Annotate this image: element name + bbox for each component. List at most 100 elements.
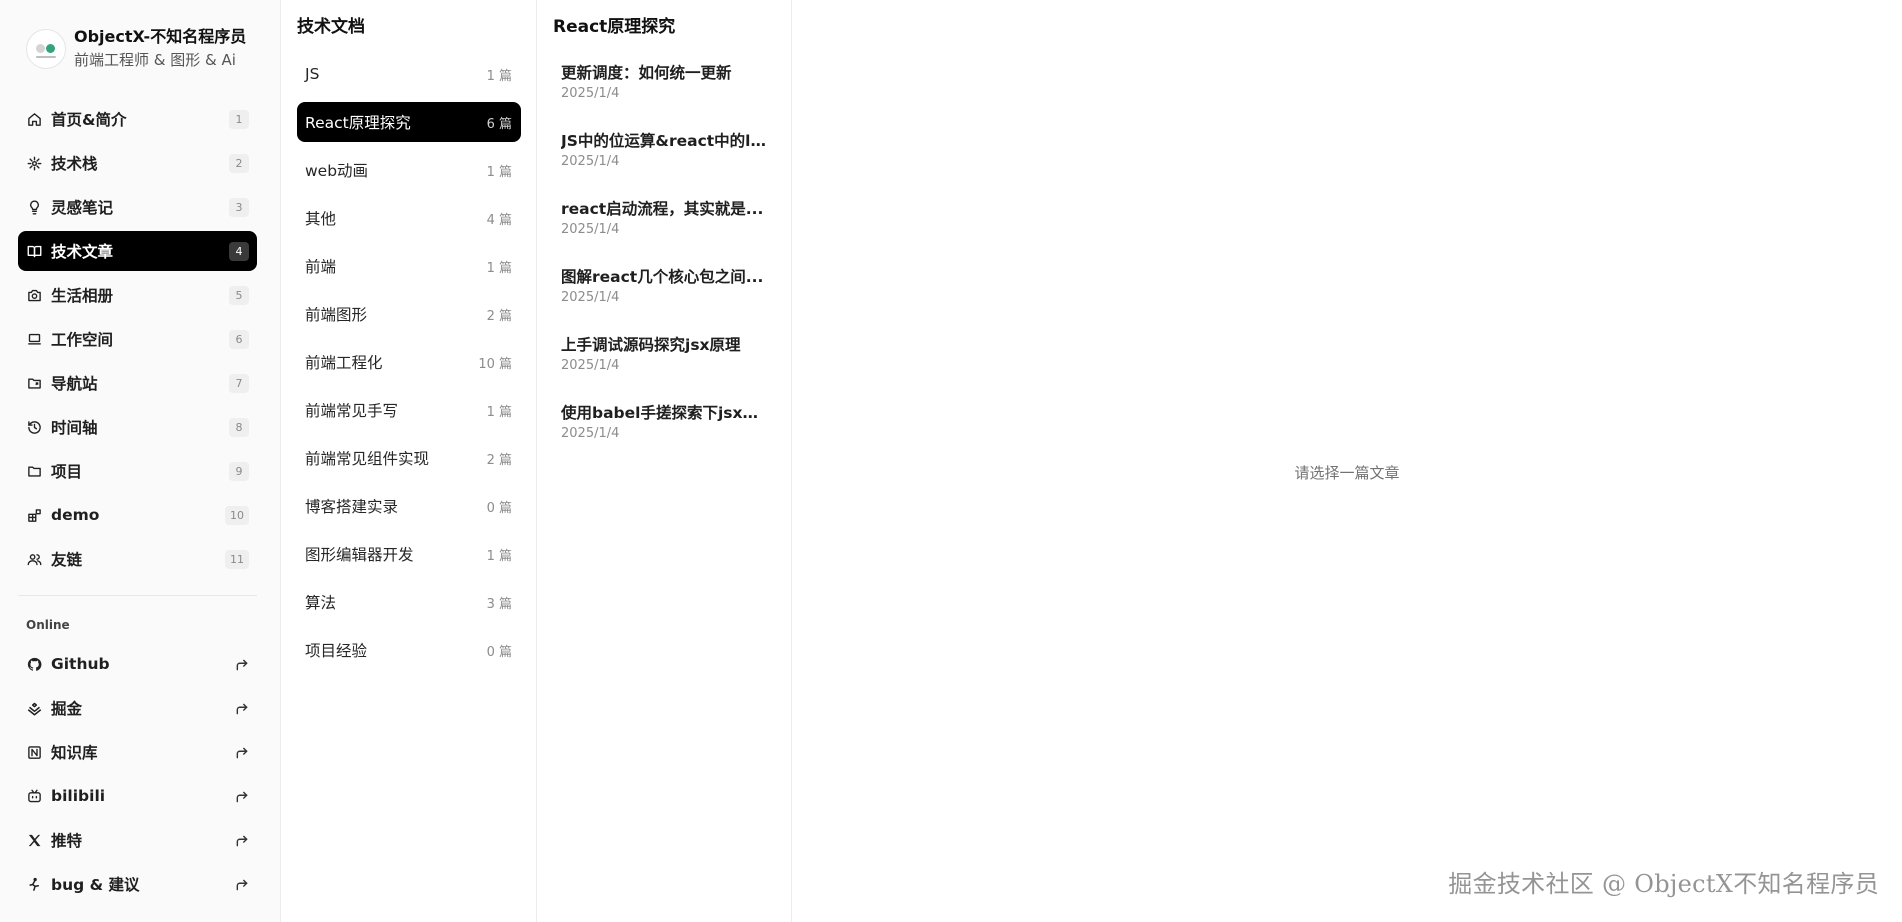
nav-item-navigation-site[interactable]: 导航站 7 [18,363,257,403]
category-item-selected[interactable]: React原理探究 6 篇 [297,102,521,142]
laptop-icon [26,331,42,347]
shortcut-badge: 6 [229,329,249,349]
category-item[interactable]: 前端常见组件实现 2 篇 [297,438,521,478]
online-links: Github 掘金 知识库 bilibili 推特 bug & 建议 [18,644,257,908]
nav-item-label: 导航站 [51,375,98,393]
main-nav: 首页&简介 1 技术栈 2 灵感笔记 3 技术文章 4 生活相册 5 工作空间 … [18,99,257,583]
category-item[interactable]: 算法 3 篇 [297,582,521,622]
empty-state-text: 请选择一篇文章 [1294,464,1400,482]
category-name: 算法 [305,594,337,612]
nav-item-demo[interactable]: demo 10 [18,495,257,535]
link-bug-feedback[interactable]: bug & 建议 [18,864,257,904]
shortcut-badge: 9 [229,461,249,481]
nav-item-label: 项目 [51,463,83,481]
link-label: 知识库 [51,744,98,762]
nav-item-projects[interactable]: 项目 9 [18,451,257,491]
profile-name: ObjectX-不知名程序员 [74,27,247,46]
category-name: web动画 [305,162,369,180]
category-count: 10 篇 [478,356,512,372]
category-item[interactable]: 图形编辑器开发 1 篇 [297,534,521,574]
nav-item-tech-stack[interactable]: 技术栈 2 [18,143,257,183]
link-knowledge-base[interactable]: 知识库 [18,732,257,772]
external-arrow-icon [235,701,249,715]
nav-item-articles[interactable]: 技术文章 4 [18,231,257,271]
category-name: 项目经验 [305,642,368,660]
category-name: 前端 [305,258,337,276]
external-arrow-icon [235,657,249,671]
article-panel: React原理探究 更新调度：如何统一更新 2025/1/4 JS中的位运算&re… [537,0,792,922]
external-arrow-icon [235,833,249,847]
article-title: JS中的位运算&react中的l... [561,132,768,150]
profile[interactable]: ObjectX-不知名程序员 前端工程师 & 图形 & Ai [26,26,246,71]
category-count: 4 篇 [486,212,512,228]
article-title: 使用babel手搓探索下jsx的... [561,404,768,422]
category-name: 前端常见组件实现 [305,450,430,468]
home-icon [26,111,42,127]
article-item[interactable]: 图解react几个核心包之间... 2025/1/4 [553,258,776,318]
folder-link-icon [26,375,42,391]
category-name: 博客搭建实录 [305,498,399,516]
book-icon [26,243,42,259]
category-name: 其他 [305,210,337,228]
article-item[interactable]: react启动流程，其实就是... 2025/1/4 [553,190,776,250]
blocks-icon [26,507,42,523]
nav-item-notes[interactable]: 灵感笔记 3 [18,187,257,227]
nav-item-friends[interactable]: 友链 11 [18,539,257,579]
profile-role: 前端工程师 & 图形 & Ai [74,51,236,69]
nav-item-label: 技术栈 [51,155,98,173]
nav-item-label: 时间轴 [51,419,98,437]
shortcut-badge: 11 [225,549,249,569]
category-item[interactable]: 前端工程化 10 篇 [297,342,521,382]
nav-item-album[interactable]: 生活相册 5 [18,275,257,315]
shortcut-badge: 1 [229,109,249,129]
article-date: 2025/1/4 [561,222,620,237]
category-item[interactable]: 项目经验 0 篇 [297,630,521,670]
x-twitter-icon [26,832,42,848]
category-panel-title: 技术文档 [297,17,365,37]
link-bilibili[interactable]: bilibili [18,776,257,816]
nav-item-timeline[interactable]: 时间轴 8 [18,407,257,447]
article-item[interactable]: 上手调试源码探究jsx原理 2025/1/4 [553,326,776,386]
camera-icon [26,287,42,303]
shortcut-badge: 10 [225,505,249,525]
category-item[interactable]: web动画 1 篇 [297,150,521,190]
category-count: 1 篇 [486,548,512,564]
github-icon [26,656,42,672]
category-name: 前端图形 [305,306,368,324]
category-item[interactable]: 前端图形 2 篇 [297,294,521,334]
category-count: 1 篇 [486,164,512,180]
external-arrow-icon [235,745,249,759]
sidebar-divider [18,595,257,596]
article-list: 更新调度：如何统一更新 2025/1/4 JS中的位运算&react中的l... 2… [553,54,776,462]
link-juejin[interactable]: 掘金 [18,688,257,728]
category-item[interactable]: 前端 1 篇 [297,246,521,286]
category-item[interactable]: JS 1 篇 [297,54,521,94]
shortcut-badge: 5 [229,285,249,305]
link-github[interactable]: Github [18,644,257,684]
category-count: 1 篇 [486,404,512,420]
category-count: 0 篇 [486,500,512,516]
category-count: 2 篇 [486,308,512,324]
link-label: bilibili [51,787,106,805]
link-label: 推特 [51,832,83,850]
article-item[interactable]: 使用babel手搓探索下jsx的... 2025/1/4 [553,394,776,454]
category-item[interactable]: 博客搭建实录 0 篇 [297,486,521,526]
article-item[interactable]: JS中的位运算&react中的l... 2025/1/4 [553,122,776,182]
article-item[interactable]: 更新调度：如何统一更新 2025/1/4 [553,54,776,114]
category-count: 0 篇 [486,644,512,660]
link-label: bug & 建议 [51,876,140,894]
category-count: 2 篇 [486,452,512,468]
category-item[interactable]: 其他 4 篇 [297,198,521,238]
nav-item-workspace[interactable]: 工作空间 6 [18,319,257,359]
bug-icon [26,876,42,892]
avatar [26,28,66,69]
article-title: react启动流程，其实就是... [561,200,764,218]
nav-item-home[interactable]: 首页&简介 1 [18,99,257,139]
link-twitter[interactable]: 推特 [18,820,257,860]
article-panel-title: React原理探究 [553,17,676,37]
category-item[interactable]: 前端常见手写 1 篇 [297,390,521,430]
article-date: 2025/1/4 [561,290,620,305]
shortcut-badge: 3 [229,197,249,217]
lightbulb-icon [26,199,42,215]
nav-item-label: 灵感笔记 [51,199,114,217]
